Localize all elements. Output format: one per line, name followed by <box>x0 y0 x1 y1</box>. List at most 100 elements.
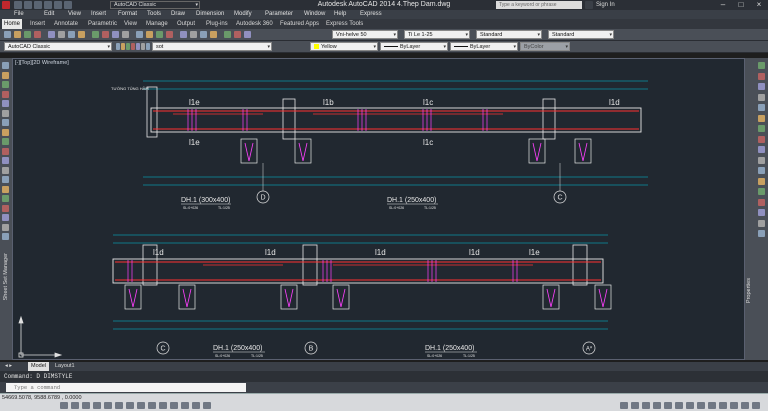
layer-freeze-icon[interactable] <box>131 43 135 50</box>
linetype-combo[interactable]: ByLayer ▾ <box>380 42 448 51</box>
osnap-toggle-icon[interactable] <box>104 402 112 409</box>
hardware-acceleration-icon[interactable] <box>730 402 738 409</box>
break-icon[interactable] <box>758 188 765 195</box>
circle-icon[interactable] <box>2 119 9 126</box>
ortho-toggle-icon[interactable] <box>82 402 90 409</box>
ducs-toggle-icon[interactable] <box>137 402 145 409</box>
erase-icon[interactable] <box>758 62 765 69</box>
rotate-icon[interactable] <box>758 125 765 132</box>
dyn-toggle-icon[interactable] <box>148 402 156 409</box>
tab-home[interactable]: Home <box>2 19 23 29</box>
coordinate-readout[interactable]: 54669.5078, 9588.6789 , 0.0000 <box>2 394 82 402</box>
menu-draw[interactable]: Draw <box>171 10 185 19</box>
tab-layout1[interactable]: Layout1 <box>52 362 78 371</box>
insert-block-icon[interactable] <box>2 166 9 174</box>
workspace-combo[interactable]: AutoCAD Classic ▾ <box>4 42 112 51</box>
gradient-icon[interactable] <box>2 204 9 212</box>
paste-icon[interactable] <box>92 31 99 38</box>
polygon-icon[interactable] <box>2 90 9 98</box>
copy-icon[interactable] <box>78 31 85 38</box>
pan-icon[interactable] <box>136 31 143 38</box>
cut-icon[interactable] <box>68 31 75 38</box>
table-icon[interactable] <box>2 223 9 231</box>
sc-toggle-icon[interactable] <box>192 402 200 409</box>
layer-previous-icon[interactable] <box>146 43 150 50</box>
pan-icon[interactable] <box>653 402 661 409</box>
command-input[interactable]: Type a command <box>6 383 246 392</box>
properties-icon[interactable] <box>180 31 187 38</box>
array-icon[interactable] <box>758 104 765 111</box>
menu-tools[interactable]: Tools <box>147 10 161 19</box>
clean-screen-icon[interactable] <box>752 402 760 409</box>
open-icon[interactable] <box>14 31 21 38</box>
publish-icon[interactable] <box>58 31 65 38</box>
layer-properties-icon[interactable] <box>116 43 120 50</box>
point-icon[interactable] <box>2 185 9 193</box>
menu-insert[interactable]: Insert <box>91 10 106 19</box>
quick-view-drawings-icon[interactable] <box>642 402 650 409</box>
layout-nav-icon[interactable]: ◂ ▸ <box>2 362 15 371</box>
help-icon[interactable] <box>244 31 251 38</box>
copy-object-icon[interactable] <box>758 72 765 80</box>
menu-parameter[interactable]: Parameter <box>265 10 293 19</box>
ellipse-arc-icon[interactable] <box>2 157 9 164</box>
plotstyle-combo[interactable]: ByColor ▾ <box>520 42 570 51</box>
tpy-toggle-icon[interactable] <box>170 402 178 409</box>
tab-model[interactable]: Model <box>28 362 49 371</box>
table-style-combo[interactable]: Standard ▾ <box>476 30 542 39</box>
menu-file[interactable]: File <box>14 10 24 19</box>
fillet-icon[interactable] <box>758 219 765 227</box>
sheet-set-icon[interactable] <box>210 31 217 38</box>
lineweight-combo[interactable]: ByLayer ▾ <box>450 42 518 51</box>
make-current-icon[interactable] <box>141 43 145 50</box>
zoom-window-icon[interactable] <box>156 31 163 38</box>
zoom-previous-icon[interactable] <box>166 31 173 38</box>
sign-in-link[interactable]: Sign In <box>596 0 615 10</box>
match-properties-icon[interactable] <box>102 31 109 38</box>
layer-combo[interactable]: sot ▾ <box>152 42 272 51</box>
isolate-icon[interactable] <box>741 402 749 409</box>
am-toggle-icon[interactable] <box>203 402 211 409</box>
tab-manage[interactable]: Manage <box>144 19 170 29</box>
tab-express-tools[interactable]: Express Tools <box>324 19 365 29</box>
steering-wheel-icon[interactable] <box>675 402 683 409</box>
polyline-icon[interactable] <box>2 81 9 88</box>
extend-icon[interactable] <box>758 167 765 174</box>
preview-icon[interactable] <box>48 31 55 38</box>
minimize-button[interactable]: – <box>714 0 732 10</box>
menu-format[interactable]: Format <box>118 10 137 19</box>
tab-insert[interactable]: Insert <box>28 19 47 29</box>
properties-palette-label[interactable]: Properties <box>746 278 752 303</box>
maximize-button[interactable]: □ <box>732 0 750 10</box>
close-button[interactable]: × <box>750 0 768 10</box>
zoom-icon[interactable] <box>664 402 672 409</box>
text-style-combo[interactable]: Vni-helve 50 ▾ <box>332 30 398 39</box>
menu-window[interactable]: Window <box>304 10 325 19</box>
menu-modify[interactable]: Modify <box>234 10 252 19</box>
construction-line-icon[interactable] <box>2 71 9 79</box>
make-block-icon[interactable] <box>2 176 9 183</box>
menu-help[interactable]: Help <box>334 10 346 19</box>
annotation-scale-icon[interactable] <box>697 402 705 409</box>
tab-featured-apps[interactable]: Featured Apps <box>278 19 321 29</box>
menu-dimension[interactable]: Dimension <box>196 10 224 19</box>
layer-state-icon[interactable] <box>121 43 125 50</box>
workspace-switching-icon[interactable] <box>708 402 716 409</box>
save-icon[interactable] <box>24 31 31 38</box>
chamfer-icon[interactable] <box>758 209 765 216</box>
search-icon[interactable] <box>585 1 593 9</box>
tab-autodesk-360[interactable]: Autodesk 360 <box>234 19 275 29</box>
tab-parametric[interactable]: Parametric <box>86 19 119 29</box>
sheet-set-manager-label[interactable]: Sheet Set Manager <box>3 253 9 300</box>
layer-on-icon[interactable] <box>126 43 130 50</box>
line-icon[interactable] <box>2 62 9 69</box>
lwt-toggle-icon[interactable] <box>159 402 167 409</box>
print-icon[interactable] <box>34 31 41 38</box>
design-center-icon[interactable] <box>190 31 197 38</box>
mirror-icon[interactable] <box>758 83 765 90</box>
rectangle-icon[interactable] <box>2 100 9 107</box>
revision-cloud-icon[interactable] <box>2 128 9 136</box>
multiline-text-icon[interactable] <box>2 233 9 240</box>
snap-toggle-icon[interactable] <box>60 402 68 409</box>
menu-edit[interactable]: Edit <box>44 10 54 19</box>
